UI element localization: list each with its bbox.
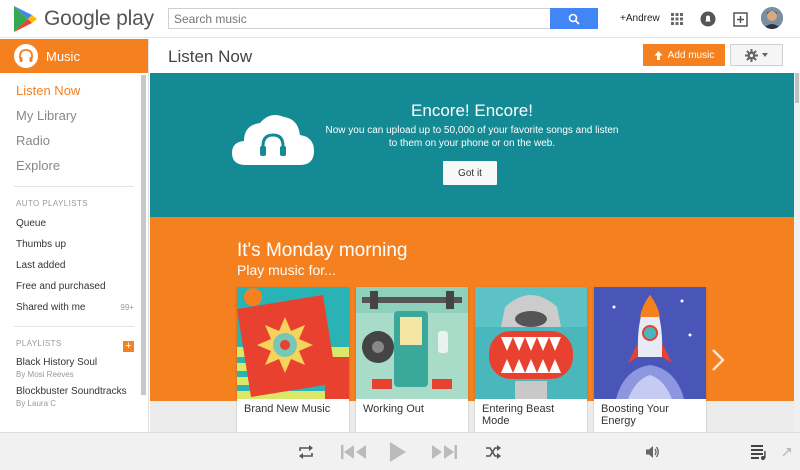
add-music-button[interactable]: Add music: [643, 44, 725, 66]
sidebar-scrollbar[interactable]: [141, 75, 146, 395]
scrollbar-thumb[interactable]: [795, 73, 799, 103]
card-art: [475, 287, 587, 399]
card-art: [594, 287, 706, 399]
share-plus-icon[interactable]: [730, 9, 750, 29]
settings-menu-button[interactable]: [730, 44, 783, 66]
shuffle-button[interactable]: [485, 443, 501, 461]
auto-playlist-free-and-purchased[interactable]: Free and purchased: [0, 276, 148, 297]
playlists-title: PLAYLISTS: [16, 339, 62, 348]
search-button[interactable]: [550, 8, 598, 29]
playlists-header: PLAYLISTS +: [0, 339, 148, 353]
queue-button[interactable]: [751, 443, 767, 461]
search-icon: [568, 13, 580, 25]
playlist-author: By Mosi Reeves: [16, 370, 74, 379]
repeat-button[interactable]: [298, 443, 314, 461]
chevron-right-icon[interactable]: [710, 347, 726, 373]
playlist-name: Blockbuster Soundtracks: [16, 386, 127, 397]
got-it-button[interactable]: Got it: [443, 161, 497, 185]
playlist-item[interactable]: Blockbuster Soundtracks By Laura C: [0, 386, 148, 408]
notifications-bell-icon[interactable]: [698, 9, 718, 29]
sidebar-divider: [14, 186, 134, 187]
card-label: Brand New Music: [244, 403, 331, 415]
skip-next-icon: [432, 445, 457, 459]
card-brand-new-music[interactable]: Brand New Music: [237, 287, 349, 432]
main-nav: Listen Now My Library Radio Explore: [0, 73, 148, 178]
repeat-icon: [299, 445, 313, 459]
expand-arrow-icon[interactable]: [782, 443, 792, 461]
sidebar: Music Listen Now My Library Radio Explor…: [0, 39, 149, 432]
upload-arrow-icon: [654, 50, 663, 60]
play-button[interactable]: [389, 441, 407, 463]
nav-listen-now[interactable]: Listen Now: [0, 78, 148, 103]
chevron-down-icon: [762, 53, 768, 57]
section-title: It's Monday morning: [237, 240, 408, 261]
music-section-label: Music: [46, 48, 80, 64]
playlist-author: By Laura C: [16, 399, 57, 408]
list-item-label: Last added: [16, 260, 66, 271]
card-entering-beast-mode[interactable]: Entering Beast Mode: [475, 287, 587, 432]
encore-text: Now you can upload up to 50,000 of your …: [325, 125, 619, 149]
play-logo-icon: [14, 6, 37, 32]
apps-grid-icon[interactable]: [667, 9, 687, 29]
page-title: Listen Now: [168, 47, 253, 66]
auto-playlist-queue[interactable]: Queue: [0, 213, 148, 234]
shared-count-badge: 99+: [120, 303, 134, 312]
auto-playlist-thumbs-up[interactable]: Thumbs up: [0, 234, 148, 255]
play-icon: [390, 442, 406, 462]
monday-section: It's Monday morning Play music for... Br…: [150, 217, 794, 432]
nav-explore[interactable]: Explore: [0, 153, 148, 178]
activity-cards: Brand New Music Working Out Entering Bea…: [237, 287, 706, 432]
playlist-name: Black History Soul: [16, 357, 98, 368]
auto-playlist-last-added[interactable]: Last added: [0, 255, 148, 276]
search-input[interactable]: [169, 9, 549, 28]
add-playlist-button[interactable]: +: [123, 340, 134, 352]
auto-playlist-shared-with-me[interactable]: Shared with me 99+: [0, 297, 148, 318]
google-play-logo[interactable]: Google play: [12, 4, 154, 34]
list-item-label: Shared with me: [16, 302, 86, 313]
skip-previous-icon: [341, 445, 366, 459]
volume-button[interactable]: [646, 443, 660, 461]
encore-title: Encore! Encore!: [411, 101, 533, 120]
card-label: Working Out: [363, 403, 424, 415]
headphones-icon: [14, 44, 38, 68]
logo-text: Google play: [44, 7, 154, 30]
auto-playlists-title: AUTO PLAYLISTS: [16, 199, 88, 208]
sidebar-divider: [14, 326, 134, 327]
next-button[interactable]: [431, 443, 457, 461]
encore-banner: Encore! Encore! Now you can upload up to…: [150, 73, 794, 217]
card-label: Entering Beast Mode: [482, 403, 555, 427]
auto-playlists-list: Queue Thumbs up Last added Free and purc…: [0, 213, 148, 318]
list-item-label: Thumbs up: [16, 239, 67, 250]
gear-icon: [745, 48, 758, 62]
search-box: [168, 8, 598, 29]
main-content: Listen Now Add music Encore! Encore! Now…: [150, 39, 800, 432]
nav-my-library[interactable]: My Library: [0, 103, 148, 128]
nav-radio[interactable]: Radio: [0, 128, 148, 153]
previous-button[interactable]: [341, 443, 367, 461]
add-music-label: Add music: [667, 49, 715, 61]
card-art: [237, 287, 349, 399]
card-label: Boosting Your Energy: [601, 403, 669, 427]
volume-icon: [646, 446, 659, 458]
card-art: [356, 287, 468, 399]
shuffle-icon: [486, 445, 501, 459]
title-bar: Listen Now Add music: [150, 39, 800, 73]
user-avatar[interactable]: [761, 7, 783, 29]
list-item-label: Free and purchased: [16, 281, 106, 292]
music-section-header[interactable]: Music: [0, 39, 148, 73]
header: Google play +Andrew: [0, 0, 800, 38]
user-name-link[interactable]: +Andrew: [620, 13, 660, 24]
card-working-out[interactable]: Working Out: [356, 287, 468, 432]
section-subtitle: Play music for...: [237, 262, 336, 278]
card-boosting-your-energy[interactable]: Boosting Your Energy: [594, 287, 706, 432]
player-bar: [0, 432, 800, 470]
playlist-item[interactable]: Black History Soul By Mosi Reeves: [0, 357, 148, 379]
queue-list-icon: [751, 445, 766, 460]
list-item-label: Queue: [16, 218, 47, 229]
main-scrollbar[interactable]: [794, 73, 800, 432]
